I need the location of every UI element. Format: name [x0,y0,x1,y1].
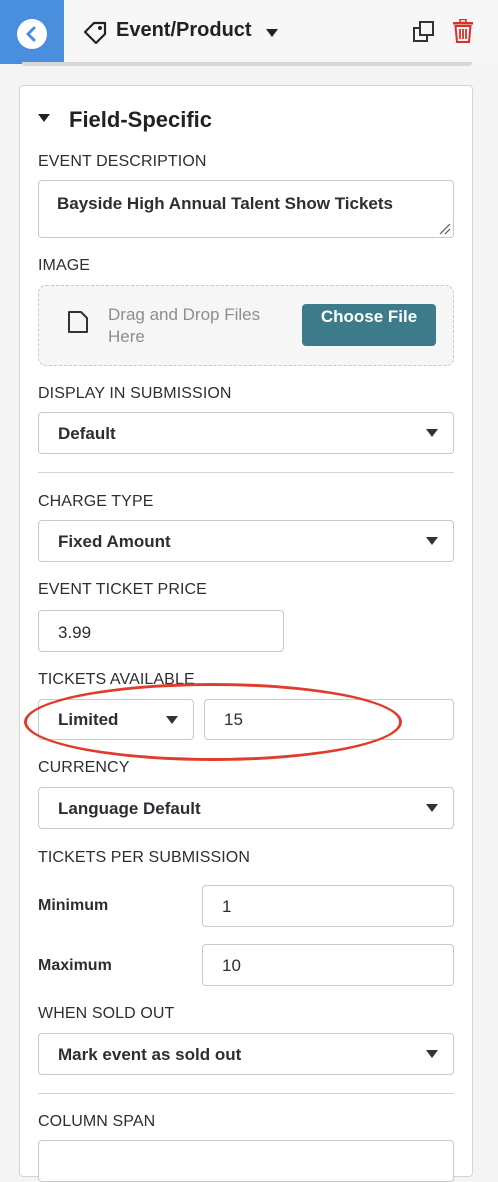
maximum-tickets-input[interactable]: 10 [202,944,454,986]
currency-label: CURRENCY [38,759,130,776]
top-bar: Event/Product [0,0,498,64]
back-arrow-icon [17,19,47,49]
caret-down-icon [426,429,438,437]
charge-type-value: Fixed Amount [58,532,171,551]
tickets-per-submission-label: TICKETS PER SUBMISSION [38,849,251,866]
file-icon [68,311,88,333]
event-ticket-price-value: 3.99 [58,623,92,642]
column-span-select[interactable] [38,1140,454,1182]
tickets-available-quantity-value: 15 [224,710,243,729]
minimum-tickets-value: 1 [222,897,232,916]
image-label: IMAGE [38,257,91,274]
minimum-label: Minimum [38,897,109,914]
section-divider [38,1093,454,1094]
maximum-label: Maximum [38,957,112,974]
caret-down-icon[interactable] [37,113,51,123]
event-description-value: Bayside High Annual Talent Show Tickets [57,194,393,213]
charge-type-label: CHARGE TYPE [38,493,154,510]
maximum-tickets-value: 10 [222,956,241,975]
currency-select[interactable]: Language Default [38,787,454,829]
resize-handle-icon[interactable] [439,223,451,235]
display-in-submission-value: Default [58,424,116,443]
caret-down-icon [426,804,438,812]
dropzone-text: Drag and Drop Files Here [108,305,261,346]
caret-down-icon [426,537,438,545]
choose-file-button[interactable]: Choose File [302,304,436,346]
section-divider [38,472,454,473]
trash-icon[interactable] [452,19,474,43]
back-button[interactable] [0,0,64,64]
section-title[interactable]: Field-Specific [69,107,212,133]
caret-down-icon [166,715,178,724]
event-ticket-price-label: EVENT TICKET PRICE [38,581,207,598]
when-sold-out-select[interactable]: Mark event as sold out [38,1033,454,1075]
display-in-submission-select[interactable]: Default [38,412,454,454]
duplicate-icon[interactable] [412,20,436,44]
tickets-available-mode-value: Limited [58,710,119,729]
column-span-label: COLUMN SPAN [38,1113,156,1130]
image-dropzone[interactable]: Drag and Drop Files Here Choose File [38,285,454,366]
when-sold-out-label: WHEN SOLD OUT [38,1005,175,1022]
when-sold-out-value: Mark event as sold out [58,1045,242,1064]
charge-type-select[interactable]: Fixed Amount [38,520,454,562]
currency-value: Language Default [58,799,201,818]
tickets-available-label: TICKETS AVAILABLE [38,671,195,688]
field-type-title[interactable]: Event/Product [116,19,252,42]
caret-down-icon [426,1050,438,1058]
tag-icon [83,21,107,44]
tickets-available-mode-select[interactable]: Limited [38,699,194,740]
header-divider [22,62,472,66]
event-description-textarea[interactable]: Bayside High Annual Talent Show Tickets [38,180,454,238]
chevron-down-icon[interactable] [265,28,279,38]
event-ticket-price-input[interactable]: 3.99 [38,610,284,652]
minimum-tickets-input[interactable]: 1 [202,885,454,927]
display-in-submission-label: DISPLAY IN SUBMISSION [38,385,232,402]
event-description-label: EVENT DESCRIPTION [38,153,207,170]
tickets-available-quantity-input[interactable]: 15 [204,699,454,740]
